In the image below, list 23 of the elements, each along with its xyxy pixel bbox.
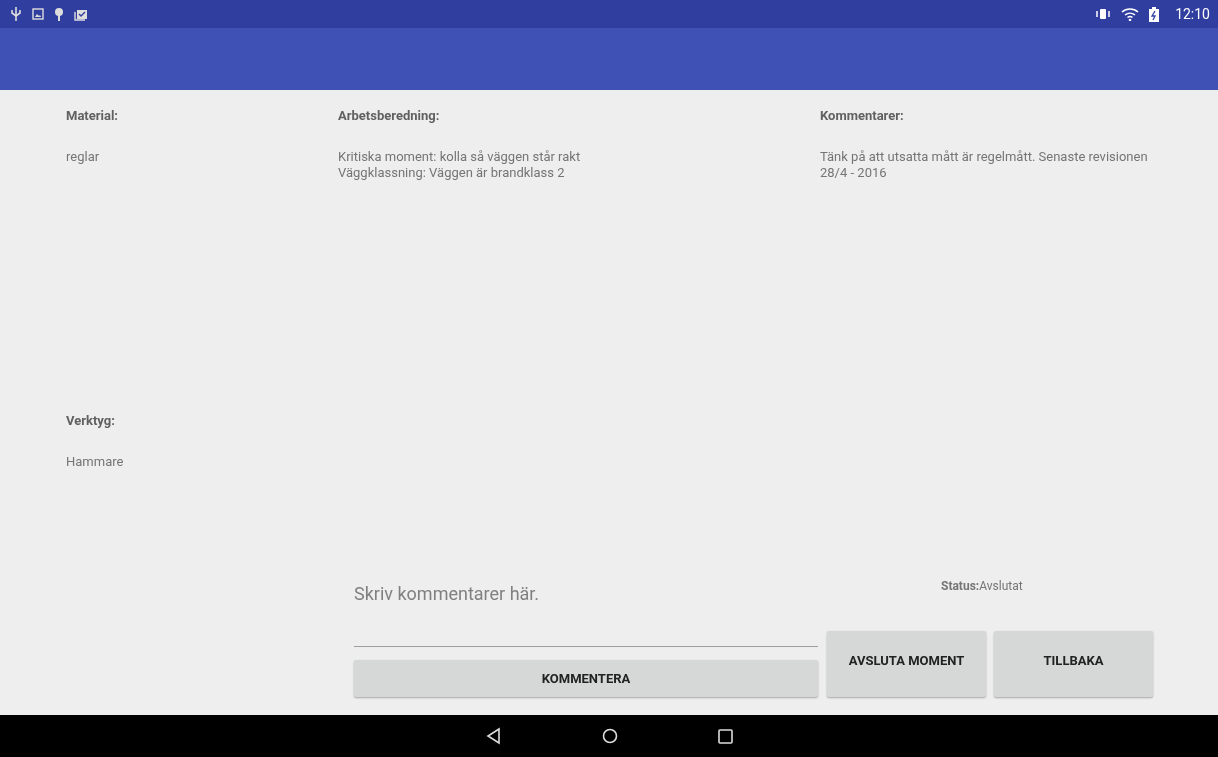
arbetsberedning-label: Arbetsberedning: [338, 108, 441, 123]
comments-label: Kommentarer: [820, 108, 905, 123]
material-label: Material: [66, 108, 120, 123]
material-value: reglar [66, 149, 101, 165]
arbetsberedning-text: Kritiska moment: kolla så väggen står rakt Väggklassning: Väggen är brandklass 2 [338, 149, 582, 181]
back-button[interactable]: TILLBAKA [994, 631, 1153, 697]
verktyg-label: Verktyg: [66, 413, 116, 428]
comment-button[interactable]: KOMMENTERA [354, 660, 818, 697]
comments-text: Tänk på att utsatta mått är regelmått. Senaste revisionen 28/4 - 2016 [820, 149, 1149, 181]
verktyg-value: Hammare [66, 454, 125, 470]
back-icon [485, 727, 502, 745]
image-icon [32, 8, 44, 20]
comment-field[interactable]: Skriv kommentarer här. [354, 581, 818, 647]
battery-charging-icon [1149, 6, 1160, 22]
wifi-icon [1121, 7, 1140, 21]
recents-icon [717, 728, 733, 744]
usb-icon [10, 7, 22, 21]
clipboard-check-icon [74, 7, 88, 21]
home-icon [601, 728, 618, 744]
vibrate-icon [1095, 8, 1112, 20]
clock-time: 12:10 [1175, 6, 1210, 22]
finish-button[interactable]: AVSLUTA MOMENT [827, 631, 986, 697]
status-text: Status:Avslutat [941, 579, 1024, 593]
